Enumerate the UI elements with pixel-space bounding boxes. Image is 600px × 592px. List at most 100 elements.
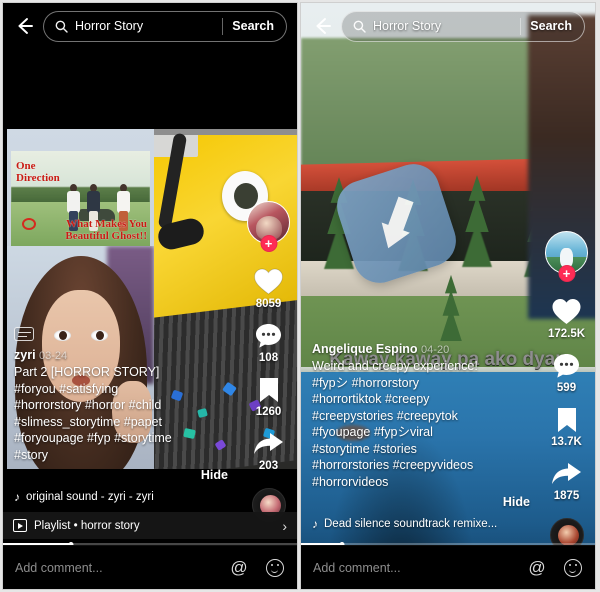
dual-screenshot-comparison: One Direction What Makes You Beautiful G… xyxy=(0,0,600,592)
search-icon xyxy=(55,20,68,33)
heart-icon xyxy=(550,296,584,327)
meme-highlight-circle xyxy=(22,218,36,230)
share-button[interactable]: 1875 xyxy=(550,458,584,502)
meme-text-line3: What Makes You xyxy=(66,218,147,230)
search-query-text: Horror Story xyxy=(373,19,442,33)
mention-icon[interactable]: @ xyxy=(527,558,547,578)
comment-button[interactable]: 108 xyxy=(252,320,286,364)
follow-button[interactable]: + xyxy=(558,265,575,282)
hashtag-line[interactable]: #fyoupage #fypシviral xyxy=(312,424,530,441)
action-rail-right: + 172.5K 599 13.7K 1875 xyxy=(545,231,588,552)
hashtag-line[interactable]: #horrortiktok #creepy xyxy=(312,391,530,408)
hashtag-line[interactable]: #slimess_storytime #papet xyxy=(14,414,228,431)
comment-input[interactable]: Add comment... xyxy=(313,561,527,575)
bookmark-button[interactable]: 13.7K xyxy=(550,404,584,448)
bookmark-count: 13.7K xyxy=(551,436,582,448)
search-input[interactable]: Horror Story Search xyxy=(341,10,585,42)
search-input[interactable]: Horror Story Search xyxy=(43,10,287,42)
music-note-icon: ♪ xyxy=(312,517,318,531)
sound-title: Dead silence soundtrack remixe... xyxy=(324,518,498,530)
sound-title: original sound - zyri - zyri xyxy=(26,491,154,503)
search-header: Horror Story Search xyxy=(3,3,297,49)
like-button[interactable]: 172.5K xyxy=(548,296,585,340)
caption-body: Part 2 [HORROR STORY] #foryou #satisfyin… xyxy=(14,364,228,463)
playlist-icon xyxy=(13,519,27,532)
like-count: 172.5K xyxy=(547,328,586,340)
comment-button[interactable]: 599 xyxy=(550,350,584,394)
tiktok-screen-right: Kaway kaway pa ako dyan Horror Story Sea… xyxy=(300,2,596,590)
hashtag-line[interactable]: #foryou #satisfying xyxy=(14,381,228,398)
creator-username: Angelique Espino xyxy=(312,342,418,356)
sound-row[interactable]: ♪ original sound - zyri - zyri xyxy=(14,482,228,510)
playlist-label: Playlist • horror story xyxy=(34,519,140,532)
search-button[interactable]: Search xyxy=(232,19,282,33)
sound-row[interactable]: ♪ Dead silence soundtrack remixe... xyxy=(312,509,530,537)
subtitles-icon[interactable] xyxy=(14,327,34,341)
chevron-right-icon[interactable]: › xyxy=(282,518,287,534)
emoji-icon[interactable] xyxy=(563,558,583,578)
hide-caption-button[interactable]: Hide xyxy=(14,468,228,482)
caption-body: Weird and creepy experience! #fypシ #horr… xyxy=(312,358,530,490)
avatar[interactable]: + xyxy=(247,201,290,252)
meme-text-line2: Direction xyxy=(16,172,60,184)
comment-bar-icons: @ xyxy=(229,558,285,578)
like-count: 8059 xyxy=(255,298,282,310)
comment-bar-right: Add comment... @ xyxy=(301,545,595,589)
post-date: 04-20 xyxy=(421,344,450,356)
caption-title: Weird and creepy experience! xyxy=(312,359,478,373)
post-date: 03-24 xyxy=(39,350,68,362)
hashtag-line[interactable]: #horrorstory #horror #child xyxy=(14,397,228,414)
bookmark-icon xyxy=(550,404,584,435)
hashtag-line[interactable]: #foryoupage #fyp #storytime xyxy=(14,430,228,447)
avatar[interactable]: + xyxy=(545,231,588,282)
search-query-text: Horror Story xyxy=(75,19,144,33)
search-divider xyxy=(222,17,224,35)
hide-caption-button[interactable]: Hide xyxy=(312,495,530,509)
share-arrow-icon xyxy=(252,428,286,459)
meme-text-bottom: What Makes You Beautiful Ghost!! xyxy=(65,218,147,242)
music-note-icon: ♪ xyxy=(14,490,20,504)
video-caption-right: Angelique Espino 04-20 Weird and creepy … xyxy=(312,342,530,537)
share-count: 203 xyxy=(258,460,279,472)
comment-icon xyxy=(550,350,584,381)
creator-username-row[interactable]: Angelique Espino 04-20 xyxy=(312,342,530,356)
comment-input[interactable]: Add comment... xyxy=(15,561,229,575)
hashtag-line[interactable]: #horrorvideos xyxy=(312,474,530,491)
caption-title: Part 2 [HORROR STORY] xyxy=(14,365,160,379)
meme-text-line1: One xyxy=(16,160,36,172)
follow-button[interactable]: + xyxy=(260,235,277,252)
creator-username-row[interactable]: zyri 03-24 xyxy=(14,348,228,362)
download-arrow-icon xyxy=(373,194,420,254)
search-header: Horror Story Search xyxy=(301,3,595,49)
meme-text-top: One Direction xyxy=(16,160,60,184)
creator-username: zyri xyxy=(14,348,36,362)
search-divider xyxy=(520,17,522,35)
action-rail-left: + 8059 108 1260 203 xyxy=(247,201,290,522)
emoji-icon[interactable] xyxy=(265,558,285,578)
heart-icon xyxy=(252,266,286,297)
playlist-row[interactable]: Playlist • horror story › xyxy=(3,512,297,539)
comment-count: 599 xyxy=(556,382,577,394)
tiktok-screen-left: One Direction What Makes You Beautiful G… xyxy=(2,2,298,590)
bookmark-button[interactable]: 1260 xyxy=(252,374,286,418)
hashtag-line[interactable]: #fypシ #horrorstory xyxy=(312,375,530,392)
hashtag-line[interactable]: #horrorstories #creepyvideos xyxy=(312,457,530,474)
hashtag-line[interactable]: #creepystories #creepytok xyxy=(312,408,530,425)
share-count: 1875 xyxy=(553,490,580,502)
bookmark-icon xyxy=(252,374,286,405)
search-icon xyxy=(353,20,366,33)
share-arrow-icon xyxy=(550,458,584,489)
meme-image: One Direction What Makes You Beautiful G… xyxy=(11,151,150,246)
back-arrow-icon[interactable] xyxy=(311,15,333,37)
hashtag-line[interactable]: #story xyxy=(14,447,228,464)
mention-icon[interactable]: @ xyxy=(229,558,249,578)
share-button[interactable]: 203 xyxy=(252,428,286,472)
comment-bar-left: Add comment... @ xyxy=(3,545,297,589)
back-arrow-icon[interactable] xyxy=(13,15,35,37)
comment-count: 108 xyxy=(258,352,279,364)
video-caption-left: zyri 03-24 Part 2 [HORROR STORY] #foryou… xyxy=(14,327,228,510)
meme-text-line4: Beautiful Ghost!! xyxy=(65,230,147,242)
like-button[interactable]: 8059 xyxy=(252,266,286,310)
hashtag-line[interactable]: #storytime #stories xyxy=(312,441,530,458)
search-button[interactable]: Search xyxy=(530,19,580,33)
